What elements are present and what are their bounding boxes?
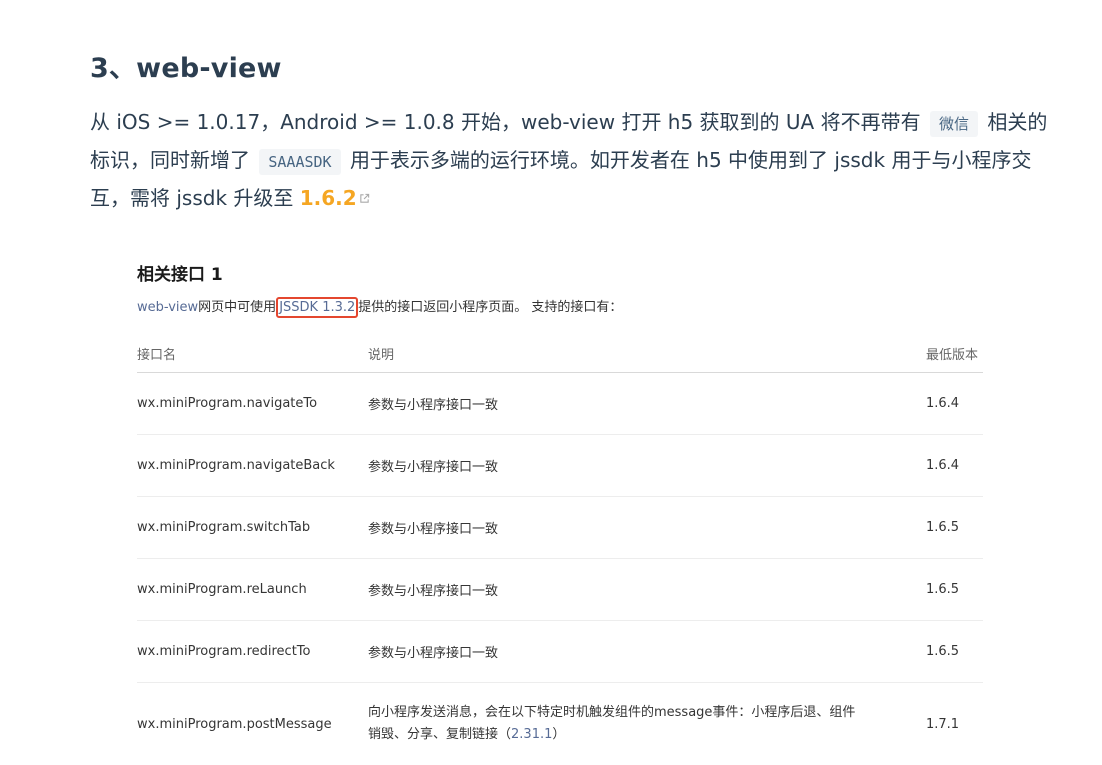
api-version-cell: 1.6.5 <box>926 496 983 559</box>
table-header-row: 接口名 说明 最低版本 <box>137 334 983 373</box>
api-name-cell: wx.miniProgram.navigateBack <box>137 434 368 497</box>
desc-suffix-text: 提供的接口返回小程序页面。 支持的接口有： <box>358 300 623 315</box>
desc-mid-text: 网页中可使用 <box>198 300 277 315</box>
api-desc-cell: 参数与小程序接口一致 <box>368 496 926 559</box>
api-name-cell: wx.miniProgram.navigateTo <box>137 372 368 435</box>
inline-code-saaasdk: SAAASDK <box>259 149 341 175</box>
api-version-cell: 1.7.1 <box>926 716 960 732</box>
api-desc-cell: 参数与小程序接口一致 <box>368 372 926 435</box>
header-min-version: 最低版本 <box>926 334 983 373</box>
api-name-cell: wx.miniProgram.redirectTo <box>137 620 368 683</box>
api-desc-cell: 参数与小程序接口一致 <box>368 558 926 621</box>
inline-code-wechat: 微信 <box>929 111 978 137</box>
header-description: 说明 <box>368 334 926 373</box>
section-heading: 3、web-view <box>90 53 282 84</box>
para-text-1: 从 iOS >= 1.0.17，Android >= 1.0.8 开始，web-… <box>90 110 921 134</box>
table-row: wx.miniProgram.postMessage 向小程序发送消息，会在以下… <box>137 683 983 765</box>
api-version-cell: 1.6.4 <box>926 372 983 435</box>
api-desc-cell: 参数与小程序接口一致 <box>368 434 926 497</box>
table-row: wx.miniProgram.redirectTo 参数与小程序接口一致 1.6… <box>137 620 983 683</box>
table-row: wx.miniProgram.switchTab 参数与小程序接口一致 1.6.… <box>137 496 983 559</box>
api-name-cell: wx.miniProgram.reLaunch <box>137 558 368 621</box>
jssdk-version-link[interactable]: 1.6.2 <box>300 186 357 210</box>
api-version-cell: 1.6.5 <box>926 620 983 683</box>
external-link-icon <box>359 193 369 203</box>
api-version-cell: 1.6.5 <box>926 558 983 621</box>
api-desc-cell: 参数与小程序接口一致 <box>368 620 926 683</box>
desc-line-2-end: ） <box>552 727 566 742</box>
screenshot-title: 相关接口 1 <box>137 265 223 285</box>
table-row: wx.miniProgram.navigateTo 参数与小程序接口一致 1.6… <box>137 372 983 435</box>
jssdk-highlight-box: JSSDK 1.3.2 <box>276 297 359 318</box>
table-row: wx.miniProgram.reLaunch 参数与小程序接口一致 1.6.5 <box>137 558 983 621</box>
api-table: 接口名 说明 最低版本 wx.miniProgram.navigateTo 参数… <box>137 334 983 765</box>
api-version-cell: 1.6.4 <box>926 434 983 497</box>
desc-line-2: 销毁、分享、复制链接（ <box>368 727 512 742</box>
intro-paragraph: 从 iOS >= 1.0.17，Android >= 1.0.8 开始，web-… <box>90 104 1050 216</box>
version-link-2-31-1: 2.31.1 <box>511 727 553 742</box>
web-view-link: web-view <box>137 300 199 315</box>
table-row: wx.miniProgram.navigateBack 参数与小程序接口一致 1… <box>137 434 983 497</box>
api-name-cell: wx.miniProgram.switchTab <box>137 496 368 559</box>
api-desc-cell: 向小程序发送消息，会在以下特定时机触发组件的message事件：小程序后退、组件… <box>368 683 926 765</box>
header-api-name: 接口名 <box>137 334 368 373</box>
screenshot-description: web-view网页中可使用 JSSDK 1.3.2 提供的接口返回小程序页面。 支… <box>137 297 983 319</box>
api-name-cell: wx.miniProgram.postMessage <box>137 716 332 732</box>
embedded-docs-screenshot: 相关接口 1 web-view网页中可使用 JSSDK 1.3.2 提供的接口返回小… <box>137 262 983 765</box>
desc-line-1: 向小程序发送消息，会在以下特定时机触发组件的message事件：小程序后退、组件 <box>368 705 856 720</box>
